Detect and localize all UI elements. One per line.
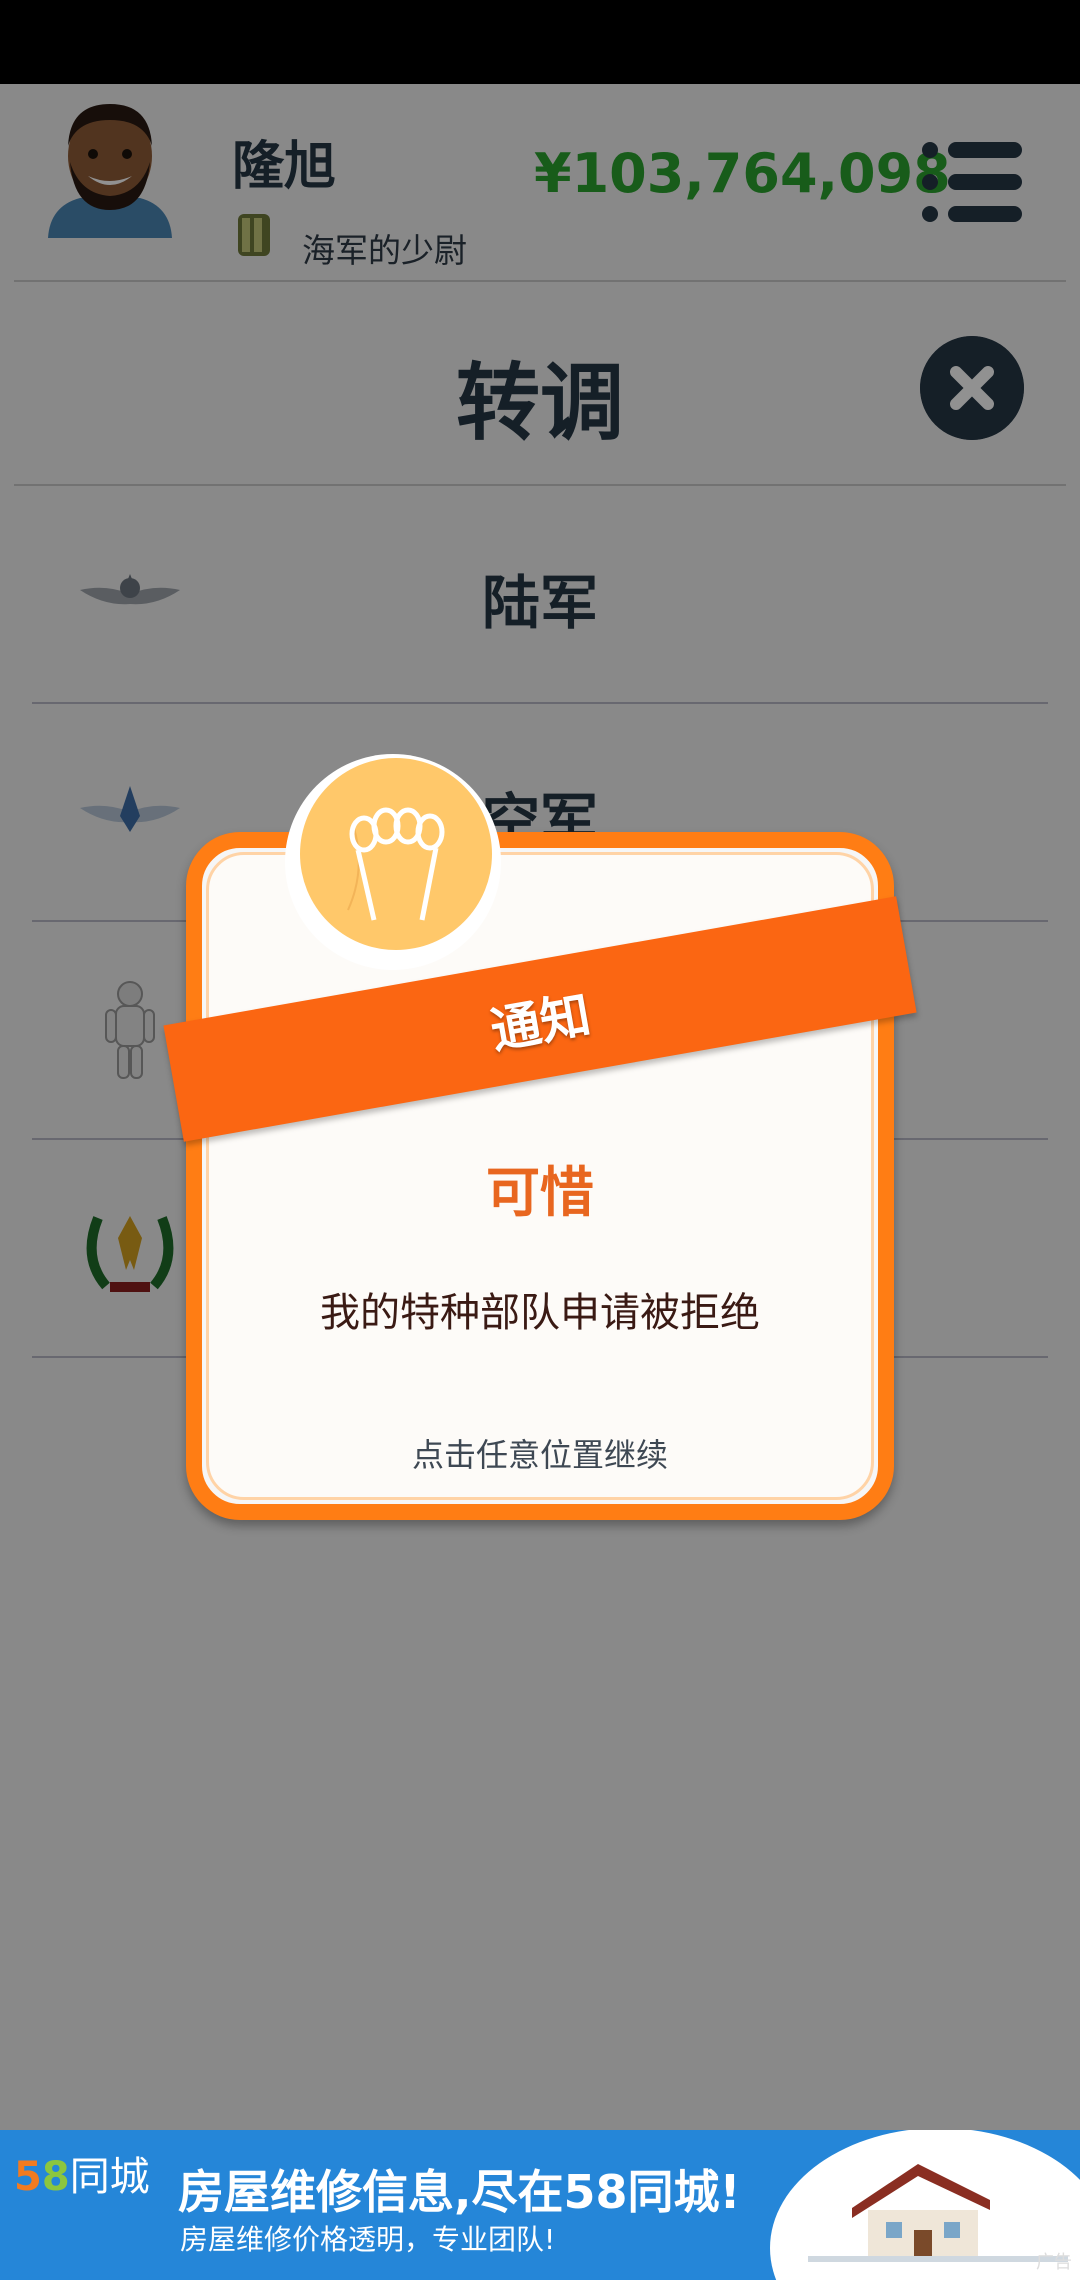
ad-logo: 58同城 [14, 2154, 150, 2200]
house-image [770, 2130, 1080, 2280]
ad-title: 房屋维修信息,尽在58同城! [178, 2165, 741, 2219]
ad-subtitle: 房屋维修价格透明，专业团队! [180, 2223, 556, 2256]
continue-hint: 点击任意位置继续 [411, 1436, 668, 1474]
ribbon-label: 通知 [486, 985, 595, 1061]
ad-mark: 广告 [1036, 2252, 1072, 2273]
ad-banner[interactable]: 58同城 房屋维修信息,尽在58同城! 房屋维修价格透明，专业团队! 广告 [0, 2130, 1080, 2280]
dialog-message: 我的特种部队申请被拒绝 [320, 1290, 760, 1336]
dialog-title: 可惜 [486, 1161, 594, 1224]
status-bar [0, 0, 1080, 84]
lightbulb-icon [285, 754, 501, 970]
